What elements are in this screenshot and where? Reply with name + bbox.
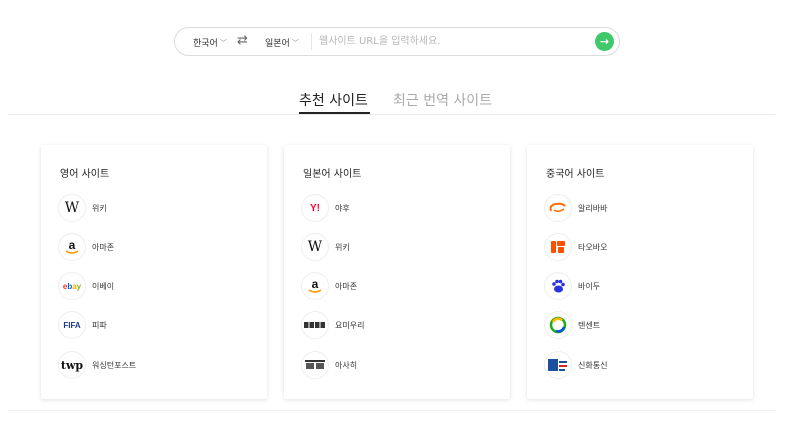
svg-text:a: a (312, 277, 319, 291)
card-title: 중국어 사이트 (546, 169, 605, 180)
card-title: 영어 사이트 (60, 169, 110, 180)
site-name: 워싱턴포스트 (92, 360, 137, 370)
card-title: 일본어 사이트 (303, 169, 362, 180)
site-name: 아마존 (92, 242, 115, 252)
fifa-icon: FIFA (58, 311, 86, 339)
site-item-washington-post[interactable]: twp 워싱턴포스트 (58, 350, 136, 380)
site-name: 텐센트 (578, 320, 601, 330)
taobao-icon (544, 233, 572, 261)
site-item-asahi[interactable]: 아사히 (301, 350, 357, 380)
site-item-tencent[interactable]: 텐센트 (544, 310, 600, 340)
chevron-down-icon: ﹀ (291, 38, 299, 47)
xinhua-icon (544, 351, 572, 379)
tabs-divider (8, 114, 775, 115)
site-item-wikipedia[interactable]: W 위키 (301, 232, 350, 262)
ebay-icon: ebay (58, 272, 86, 300)
site-item-taobao[interactable]: 타오바오 (544, 232, 607, 262)
target-language-select[interactable]: 일본어 ﹀ (265, 36, 299, 50)
site-name: 알리바바 (578, 203, 608, 213)
source-language-select[interactable]: 한국어 ﹀ (193, 36, 227, 50)
site-item-baidu[interactable]: 바이두 (544, 271, 600, 301)
site-name: 이베이 (92, 281, 115, 291)
site-name: 신화통신 (578, 360, 608, 370)
site-tabs: 추천 사이트 최근 번역 사이트 (0, 88, 791, 116)
alibaba-icon (544, 194, 572, 222)
wikipedia-icon: W (301, 233, 329, 261)
washington-post-icon: twp (58, 351, 86, 379)
site-item-yomiuri[interactable]: 요미우리 (301, 310, 364, 340)
arrow-right-icon: → (599, 35, 610, 48)
site-name: 피파 (92, 320, 107, 330)
tab-recommended-sites[interactable]: 추천 사이트 (299, 90, 368, 110)
wikipedia-icon: W (58, 194, 86, 222)
japanese-sites-card: 일본어 사이트 Y! 야후 W 위키 a 아마존 요미우리 아사히 (284, 145, 510, 399)
amazon-icon: a (58, 233, 86, 261)
translate-go-button[interactable]: → (595, 32, 614, 51)
bottom-divider (8, 410, 775, 411)
site-item-wikipedia[interactable]: W 위키 (58, 193, 107, 223)
svg-text:a: a (69, 238, 76, 252)
url-translate-bar: 한국어 ﹀ ⇄ 일본어 ﹀ → (174, 27, 620, 56)
site-name: 요미우리 (335, 320, 365, 330)
site-name: 야후 (335, 203, 350, 213)
site-item-xinhua[interactable]: 신화통신 (544, 350, 607, 380)
site-name: 타오바오 (578, 242, 608, 252)
site-name: 아마존 (335, 281, 358, 291)
site-name: 아사히 (335, 360, 358, 370)
source-language-label: 한국어 (193, 39, 218, 49)
site-name: 위키 (335, 242, 350, 252)
divider (311, 33, 312, 50)
site-item-ebay[interactable]: ebay 이베이 (58, 271, 114, 301)
url-input[interactable] (319, 33, 579, 50)
yomiuri-icon (301, 311, 329, 339)
swap-languages-icon[interactable]: ⇄ (237, 33, 248, 48)
site-item-fifa[interactable]: FIFA 피파 (58, 310, 107, 340)
tencent-icon (544, 311, 572, 339)
asahi-icon (301, 351, 329, 379)
amazon-icon: a (301, 272, 329, 300)
site-item-alibaba[interactable]: 알리바바 (544, 193, 607, 223)
tab-recent-sites[interactable]: 최근 번역 사이트 (393, 90, 492, 110)
site-item-yahoo[interactable]: Y! 야후 (301, 193, 350, 223)
target-language-label: 일본어 (265, 39, 290, 49)
site-item-amazon[interactable]: a 아마존 (58, 232, 114, 262)
chinese-sites-card: 중국어 사이트 알리바바 타오바오 바이두 텐센트 신화통신 (527, 145, 753, 399)
site-name: 위키 (92, 203, 107, 213)
site-name: 바이두 (578, 281, 601, 291)
baidu-icon (544, 272, 572, 300)
yahoo-icon: Y! (301, 194, 329, 222)
english-sites-card: 영어 사이트 W 위키 a 아마존 ebay 이베이 FIFA 피파 twp 워… (41, 145, 267, 399)
chevron-down-icon: ﹀ (219, 38, 227, 47)
site-item-amazon[interactable]: a 아마존 (301, 271, 357, 301)
